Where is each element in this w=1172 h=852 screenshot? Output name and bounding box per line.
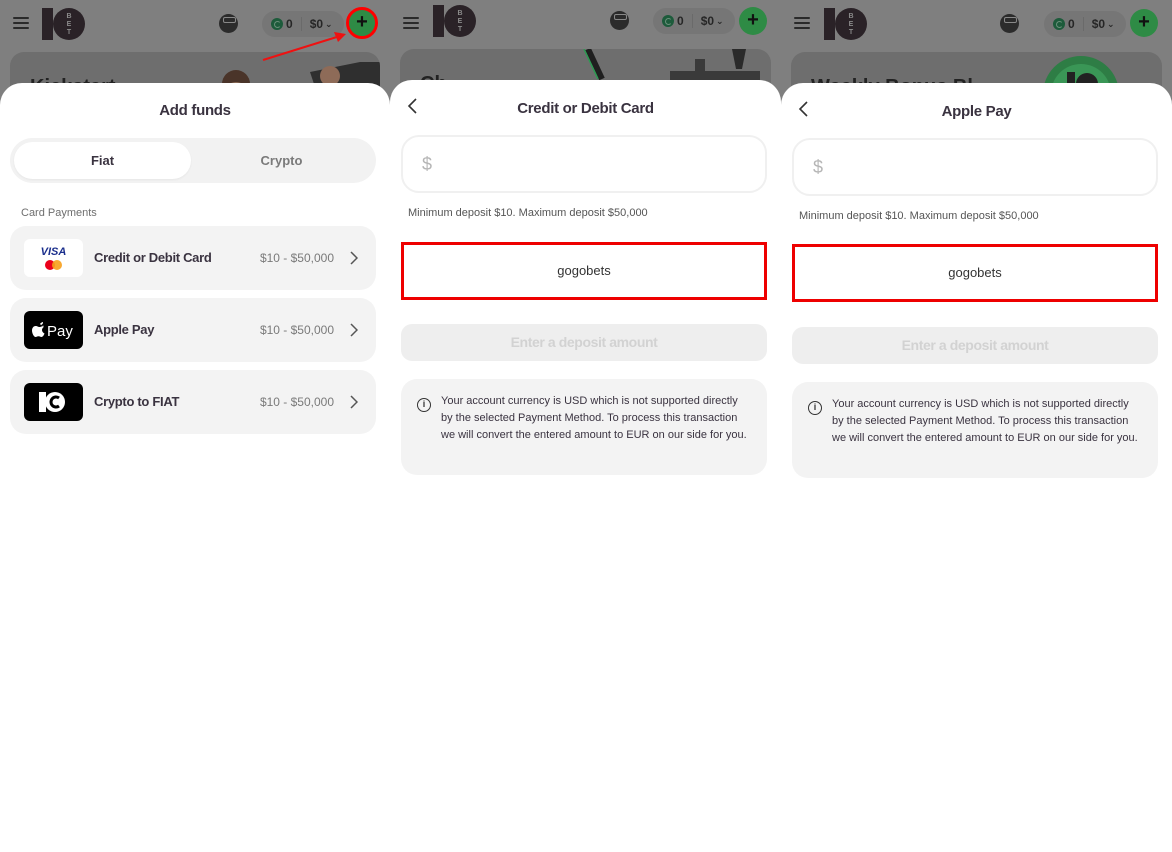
method-range: $10 - $50,000 — [259, 251, 334, 265]
payment-method-credit-debit-card[interactable]: VISA Credit or Debit Card $10 - $50,000 — [10, 226, 376, 290]
promo-code-value: gogobets — [948, 265, 1002, 280]
chevron-right-icon — [350, 251, 358, 265]
svg-text:B: B — [66, 13, 71, 20]
add-funds-button[interactable]: + — [739, 7, 767, 35]
svg-text:E: E — [67, 21, 72, 28]
deposit-amount-input[interactable] — [834, 154, 1146, 180]
hamburger-icon[interactable] — [13, 17, 29, 29]
deposit-submit-button[interactable]: Enter a deposit amount — [792, 327, 1158, 364]
promo-code-field[interactable]: gogobets — [401, 242, 767, 300]
panel-credit-debit-card: B E T 0 $0 ⌄ + Ch Credit or Debit Card $ — [390, 0, 781, 852]
cash-balance: $0 — [700, 14, 715, 28]
svg-text:B: B — [848, 13, 853, 20]
coin-icon — [1053, 18, 1065, 30]
panel-apple-pay: B E T 0 $0 ⌄ + Weekly Bonus Bl Apple Pay… — [781, 0, 1172, 852]
deposit-submit-button[interactable]: Enter a deposit amount — [401, 324, 767, 361]
top-bar: B E T 0 $0 ⌄ + — [781, 0, 1172, 46]
apple-pay-logo: Pay — [24, 311, 83, 349]
svg-text:B: B — [457, 10, 462, 17]
notice-text: Your account currency is USD which is no… — [832, 398, 1138, 444]
svg-text:T: T — [849, 29, 854, 36]
payment-method-apple-pay[interactable]: Pay Apple Pay $10 - $50,000 — [10, 298, 376, 362]
currency-symbol: $ — [422, 154, 433, 174]
panel-add-funds: B E T 0 $0 ⌄ + Kickstart Add funds Fiat — [0, 0, 390, 852]
currency-symbol: $ — [813, 157, 824, 177]
balance-dropdown[interactable]: 0 $0 ⌄ — [653, 8, 735, 34]
sheet-title: Add funds — [159, 102, 231, 119]
apple-pay-sheet: Apple Pay $ Minimum deposit $10. Maximum… — [781, 83, 1172, 852]
10bet-crypto-logo — [24, 383, 83, 421]
hamburger-icon[interactable] — [794, 17, 810, 29]
add-funds-button[interactable]: + — [1130, 9, 1158, 37]
coin-balance: 0 — [1068, 17, 1075, 31]
deposit-amount-field[interactable]: $ — [792, 138, 1158, 196]
highlight-circle — [346, 7, 378, 39]
svg-text:T: T — [458, 26, 463, 33]
method-range: $10 - $50,000 — [259, 395, 334, 409]
divider — [691, 14, 693, 28]
method-name: Apple Pay — [94, 322, 155, 337]
promo-code-field[interactable]: gogobets — [792, 244, 1158, 302]
gift-icon[interactable] — [610, 11, 629, 30]
tab-crypto[interactable]: Crypto — [193, 142, 370, 179]
svg-text:E: E — [849, 21, 854, 28]
currency-type-tabs: Fiat Crypto — [10, 138, 376, 183]
top-bar: B E T 0 $0 ⌄ + — [390, 0, 781, 46]
payment-method-crypto-to-fiat[interactable]: Crypto to FIAT $10 - $50,000 — [10, 370, 376, 434]
deposit-amount-field[interactable]: $ — [401, 135, 767, 193]
annotation-arrow — [262, 32, 346, 61]
currency-conversion-notice: i Your account currency is USD which is … — [792, 382, 1158, 478]
cash-balance: $0 — [1091, 17, 1106, 31]
notice-text: Your account currency is USD which is no… — [441, 395, 747, 441]
tab-fiat[interactable]: Fiat — [14, 142, 191, 179]
method-name: Credit or Debit Card — [94, 250, 212, 265]
hamburger-icon[interactable] — [403, 17, 419, 29]
chevron-down-icon: ⌄ — [716, 15, 724, 26]
brand-logo[interactable]: B E T — [42, 7, 88, 41]
chevron-right-icon — [350, 323, 358, 337]
chevron-right-icon — [350, 395, 358, 409]
balance-dropdown[interactable]: 0 $0 ⌄ — [1044, 11, 1126, 37]
visa-mastercard-logo: VISA — [24, 239, 83, 277]
apple-pay-text: Pay — [47, 323, 73, 340]
coin-icon — [662, 15, 674, 27]
info-icon: i — [808, 401, 822, 415]
promo-code-value: gogobets — [557, 263, 611, 278]
svg-text:T: T — [67, 29, 72, 36]
chevron-down-icon: ⌄ — [1107, 18, 1115, 29]
deposit-limits-text: Minimum deposit $10. Maximum deposit $50… — [799, 210, 1039, 222]
coin-balance: 0 — [677, 14, 684, 28]
info-icon: i — [417, 398, 431, 412]
deposit-limits-text: Minimum deposit $10. Maximum deposit $50… — [408, 207, 648, 219]
svg-text:E: E — [458, 18, 463, 25]
deposit-amount-input[interactable] — [443, 151, 755, 177]
gift-icon[interactable] — [219, 14, 238, 33]
method-name: Crypto to FIAT — [94, 394, 180, 409]
gift-icon[interactable] — [1000, 14, 1019, 33]
divider — [1082, 17, 1084, 31]
credit-card-sheet: Credit or Debit Card $ Minimum deposit $… — [390, 80, 781, 852]
sheet-title: Apple Pay — [941, 103, 1012, 120]
currency-conversion-notice: i Your account currency is USD which is … — [401, 379, 767, 475]
brand-logo[interactable]: B E T — [824, 7, 870, 41]
brand-logo[interactable]: B E T — [433, 4, 479, 38]
visa-text: VISA — [41, 246, 67, 258]
method-range: $10 - $50,000 — [259, 323, 334, 337]
add-funds-sheet: Add funds Fiat Crypto Card Payments VISA… — [0, 83, 390, 852]
section-label-card-payments: Card Payments — [21, 207, 97, 219]
sheet-title: Credit or Debit Card — [517, 100, 654, 117]
